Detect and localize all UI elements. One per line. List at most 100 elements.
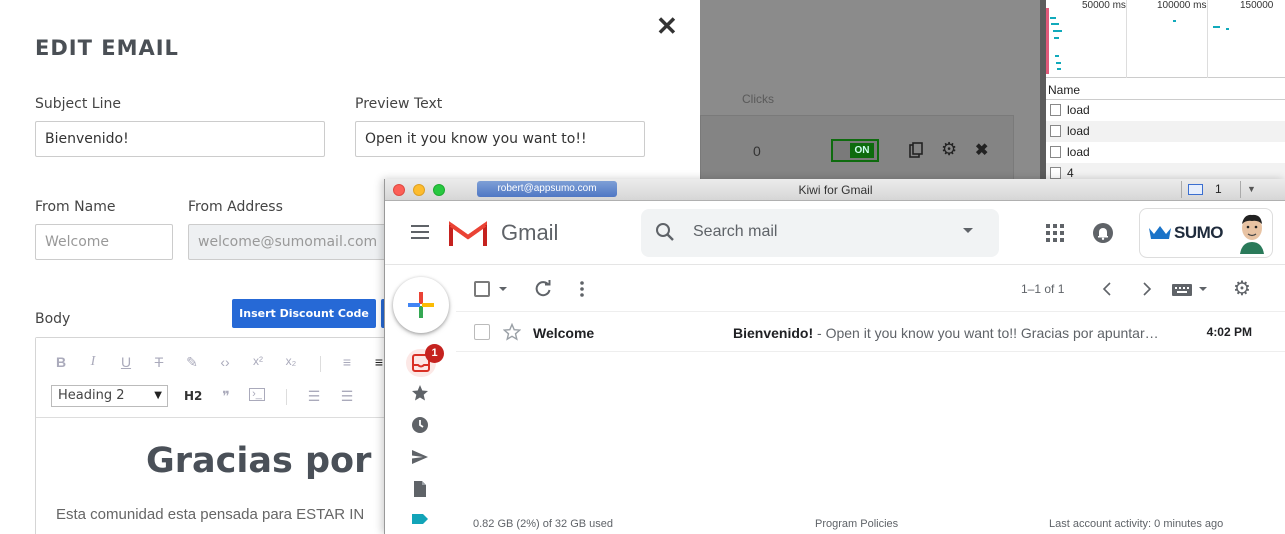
from-name-input[interactable]: Welcome [35, 224, 173, 260]
email-time: 4:02 PM [1206, 325, 1252, 339]
gear-icon[interactable]: ⚙ [941, 139, 957, 160]
italic-icon[interactable]: I [84, 354, 102, 370]
align-left-icon[interactable]: ≡ [338, 354, 356, 370]
menu-icon[interactable] [411, 225, 429, 239]
preview-text-input[interactable]: Open it you know you want to!! [355, 121, 645, 157]
request-name: load [1067, 145, 1090, 159]
timeline-bar [1056, 62, 1061, 64]
from-address-label: From Address [188, 199, 283, 215]
select-dropdown-icon[interactable] [499, 287, 507, 291]
close-icon[interactable]: ✕ [656, 12, 678, 40]
gmail-logo-icon[interactable] [449, 219, 487, 247]
h2-button[interactable]: H2 [184, 389, 202, 403]
snoozed-icon[interactable] [411, 416, 431, 436]
sent-icon[interactable] [411, 448, 431, 468]
row-checkbox[interactable] [1050, 146, 1061, 158]
more-options-icon[interactable] [580, 280, 584, 298]
network-row[interactable]: load [1046, 142, 1285, 163]
ordered-list-icon[interactable]: ☰ [305, 388, 323, 405]
subscript-icon[interactable]: x₂ [282, 354, 300, 368]
row-checkbox[interactable] [1050, 125, 1061, 137]
email-snippet: - Open it you know you want to!! Gracias… [813, 325, 1159, 341]
timeline-bar [1173, 20, 1176, 22]
code-icon[interactable]: ‹› [216, 354, 234, 370]
zoom-window-button[interactable] [433, 184, 445, 196]
account-switcher[interactable]: SUMO [1139, 208, 1273, 258]
code-block-icon[interactable]: ›_ [249, 388, 265, 401]
search-options-icon[interactable] [963, 228, 973, 233]
body-editor[interactable]: B I U T ✎ ‹› x² x₂ ≡ ≡ Heading 2 ▼ H2 ❞ … [35, 337, 432, 534]
next-page-icon[interactable] [1142, 282, 1152, 301]
timeline-gridline [1126, 0, 1127, 78]
keyboard-icon[interactable] [1172, 283, 1192, 301]
search-input[interactable]: Search mail [693, 223, 777, 241]
from-address-input: welcome@sumomail.com [188, 224, 388, 260]
timeline-tick: 100000 ms [1157, 0, 1207, 11]
timeline-bar [1054, 37, 1059, 39]
pagination-range: 1–1 of 1 [1021, 282, 1065, 296]
window-titlebar[interactable]: robert@appsumo.com Kiwi for Gmail 1 ▼ [385, 179, 1285, 201]
clicks-column-header: Clicks [742, 92, 774, 106]
on-toggle[interactable]: ON [831, 139, 879, 162]
bullet-list-icon[interactable]: ☰ [338, 388, 356, 405]
email-checkbox[interactable] [474, 324, 490, 340]
from-name-label: From Name [35, 199, 116, 215]
apps-grid-icon[interactable] [1046, 224, 1064, 242]
minimize-window-button[interactable] [413, 184, 425, 196]
account-pill[interactable]: robert@appsumo.com [477, 181, 617, 197]
copy-icon[interactable] [909, 142, 923, 162]
superscript-icon[interactable]: x² [249, 354, 267, 368]
compose-button[interactable] [393, 277, 449, 333]
search-icon[interactable] [655, 222, 675, 247]
content-paragraph: Esta comunidad esta pensada para ESTAR I… [56, 506, 365, 523]
toggle-label: ON [850, 143, 874, 158]
timeline-gridline [1207, 0, 1208, 78]
toolbar-separator [320, 356, 321, 372]
heading-select[interactable]: Heading 2 ▼ [51, 385, 168, 407]
email-subject: Bienvenido! [733, 325, 814, 341]
email-row[interactable]: Welcome Bienvenido! - Open it you know y… [456, 312, 1285, 352]
prev-page-icon[interactable] [1102, 282, 1112, 301]
timeline-bar [1051, 23, 1059, 25]
notifications-icon[interactable] [1092, 222, 1114, 244]
subject-line-label: Subject Line [35, 96, 121, 112]
name-column-header[interactable]: Name [1046, 80, 1285, 100]
select-all-checkbox[interactable] [474, 281, 490, 297]
delete-icon[interactable]: ✖ [975, 140, 988, 160]
row-checkbox[interactable] [1050, 167, 1061, 179]
highlight-icon[interactable]: ✎ [183, 354, 201, 371]
editor-toolbar: B I U T ✎ ‹› x² x₂ ≡ ≡ Heading 2 ▼ H2 ❞ … [36, 338, 394, 418]
drafts-icon[interactable] [411, 480, 431, 500]
program-policies-link[interactable]: Program Policies [815, 518, 898, 530]
search-bar[interactable]: Search mail [641, 209, 999, 257]
heading-select-value: Heading 2 [58, 388, 125, 403]
subject-line-input[interactable]: Bienvenido! [35, 121, 325, 157]
timeline-bar [1050, 17, 1056, 19]
last-activity[interactable]: Last account activity: 0 minutes ago [1049, 518, 1223, 530]
insert-discount-code-button[interactable]: Insert Discount Code [232, 299, 376, 328]
unread-count: 1 [1215, 182, 1222, 196]
input-tools-dropdown-icon[interactable] [1199, 287, 1207, 291]
chevron-down-icon: ▼ [154, 390, 162, 401]
close-window-button[interactable] [393, 184, 405, 196]
list-toolbar: 1–1 of 1 ⚙ [456, 265, 1285, 312]
timeline-bar [1053, 30, 1062, 32]
email-subject-snippet: Bienvenido! - Open it you know you want … [733, 325, 1163, 341]
network-row[interactable]: load [1046, 100, 1285, 121]
titlebar-dropdown[interactable]: ▼ [1240, 181, 1262, 198]
settings-icon[interactable]: ⚙ [1233, 279, 1251, 299]
bold-icon[interactable]: B [52, 354, 70, 370]
unread-counter[interactable]: 1 [1181, 181, 1239, 198]
row-checkbox[interactable] [1050, 104, 1061, 116]
strikethrough-icon[interactable]: T [150, 354, 168, 370]
starred-icon[interactable] [411, 384, 431, 404]
quote-icon[interactable]: ❞ [217, 388, 235, 405]
underline-icon[interactable]: U [117, 354, 135, 370]
timeline-bar [1213, 26, 1220, 28]
network-row[interactable]: load [1046, 121, 1285, 142]
storage-usage[interactable]: 0.82 GB (2%) of 32 GB used [473, 518, 613, 530]
star-icon[interactable] [502, 322, 522, 344]
refresh-icon[interactable] [534, 280, 552, 303]
gmail-wordmark: Gmail [501, 220, 559, 245]
label-icon[interactable] [411, 512, 431, 532]
